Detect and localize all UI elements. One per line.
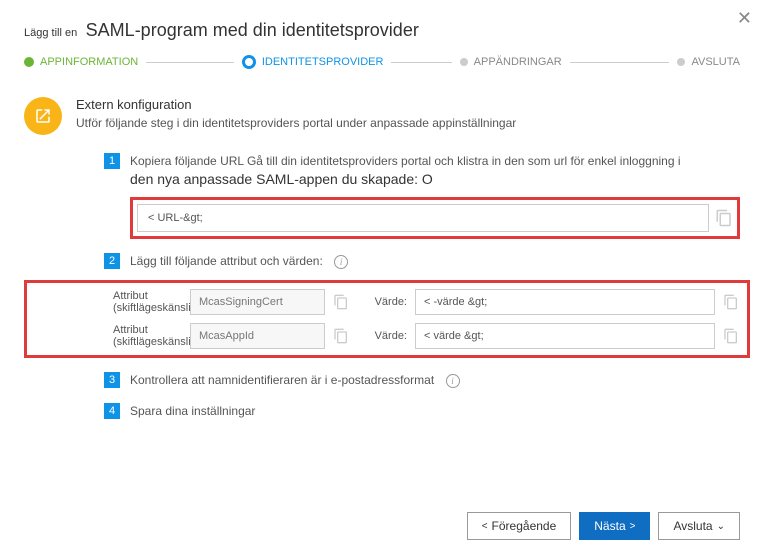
copy-icon[interactable]	[333, 328, 349, 344]
config-step-2: 2 Lägg till följande attribut och värden…	[104, 253, 740, 358]
step-appinformation[interactable]: APPINFORMATION	[24, 56, 242, 68]
chevron-right-icon: >	[630, 521, 636, 532]
step-number: 2	[104, 253, 120, 269]
attribute-row: Attribut (skiftlägeskänsligt): Värde:	[29, 319, 745, 353]
step-label: IDENTITETSPROVIDER	[262, 56, 384, 68]
step1-text2: den nya anpassade SAML-appen du skapade:…	[130, 171, 433, 187]
info-icon[interactable]: i	[334, 255, 348, 269]
step-number: 4	[104, 403, 120, 419]
finish-dropdown-button[interactable]: Avsluta ⌄	[658, 512, 740, 540]
step-number: 1	[104, 153, 120, 169]
chevron-down-icon: ⌄	[717, 521, 725, 532]
step1-text1: Kopiera följande URL Gå till din identit…	[130, 154, 681, 168]
step-appandringar: APPÄNDRINGAR	[460, 56, 678, 68]
config-step-1: 1 Kopiera följande URL Gå till din ident…	[104, 153, 740, 239]
attribute-row: Attribut (skiftlägeskänsligt): Värde:	[29, 285, 745, 319]
attribute-name-input[interactable]	[190, 289, 325, 315]
value-label: Värde:	[365, 330, 407, 342]
section-title: Extern konfiguration	[76, 97, 516, 112]
step-avsluta: AVSLUTA	[677, 56, 740, 68]
chevron-left-icon: <	[482, 521, 488, 532]
attribute-label: Attribut (skiftlägeskänsligt):	[35, 290, 182, 314]
button-label: Avsluta	[673, 519, 712, 533]
config-step-4: 4 Spara dina inställningar	[104, 403, 740, 420]
value-label: Värde:	[365, 296, 407, 308]
copy-icon[interactable]	[715, 209, 733, 227]
button-label: Föregående	[492, 519, 557, 533]
button-label: Nästa	[594, 519, 625, 533]
section-subtitle: Utför följande steg i din identitetsprov…	[76, 116, 516, 130]
step2-text: Lägg till följande attribut och värden:	[130, 254, 323, 268]
config-step-3: 3 Kontrollera att namnidentifieraren är …	[104, 372, 740, 389]
copy-icon[interactable]	[723, 328, 739, 344]
sso-url-input[interactable]	[137, 204, 709, 232]
step4-text: Spara dina inställningar	[130, 404, 255, 418]
step-number: 3	[104, 372, 120, 388]
attribute-value-input[interactable]	[415, 289, 715, 315]
step-identitetsprovider[interactable]: IDENTITETSPROVIDER	[242, 55, 460, 69]
url-highlight-box	[130, 197, 740, 239]
check-icon	[24, 57, 34, 67]
info-icon[interactable]: i	[446, 374, 460, 388]
step-label: AVSLUTA	[691, 56, 740, 68]
step-label: APPINFORMATION	[40, 56, 138, 68]
attribute-name-input[interactable]	[190, 323, 325, 349]
wizard-stepper: APPINFORMATION IDENTITETSPROVIDER APPÄND…	[24, 55, 740, 69]
next-button[interactable]: Nästa >	[579, 512, 650, 540]
dot-icon	[460, 58, 468, 66]
attributes-highlight-box: Attribut (skiftlägeskänsligt): Värde: At…	[24, 280, 750, 358]
wizard-footer: < Föregående Nästa > Avsluta ⌄	[467, 512, 740, 540]
copy-icon[interactable]	[723, 294, 739, 310]
dialog-header: Lägg till en SAML-program med din identi…	[24, 20, 740, 41]
close-button[interactable]: ✕	[737, 8, 752, 29]
external-link-icon	[24, 97, 62, 135]
step3-text: Kontrollera att namnidentifieraren är i …	[130, 373, 434, 387]
header-prefix: Lägg till en	[24, 27, 77, 39]
step-label: APPÄNDRINGAR	[474, 56, 562, 68]
previous-button[interactable]: < Föregående	[467, 512, 572, 540]
active-dot-icon	[242, 55, 256, 69]
dot-icon	[677, 58, 685, 66]
header-title: SAML-program med din identitetsprovider	[86, 20, 419, 40]
attribute-value-input[interactable]	[415, 323, 715, 349]
attribute-label: Attribut (skiftlägeskänsligt):	[35, 324, 182, 348]
copy-icon[interactable]	[333, 294, 349, 310]
